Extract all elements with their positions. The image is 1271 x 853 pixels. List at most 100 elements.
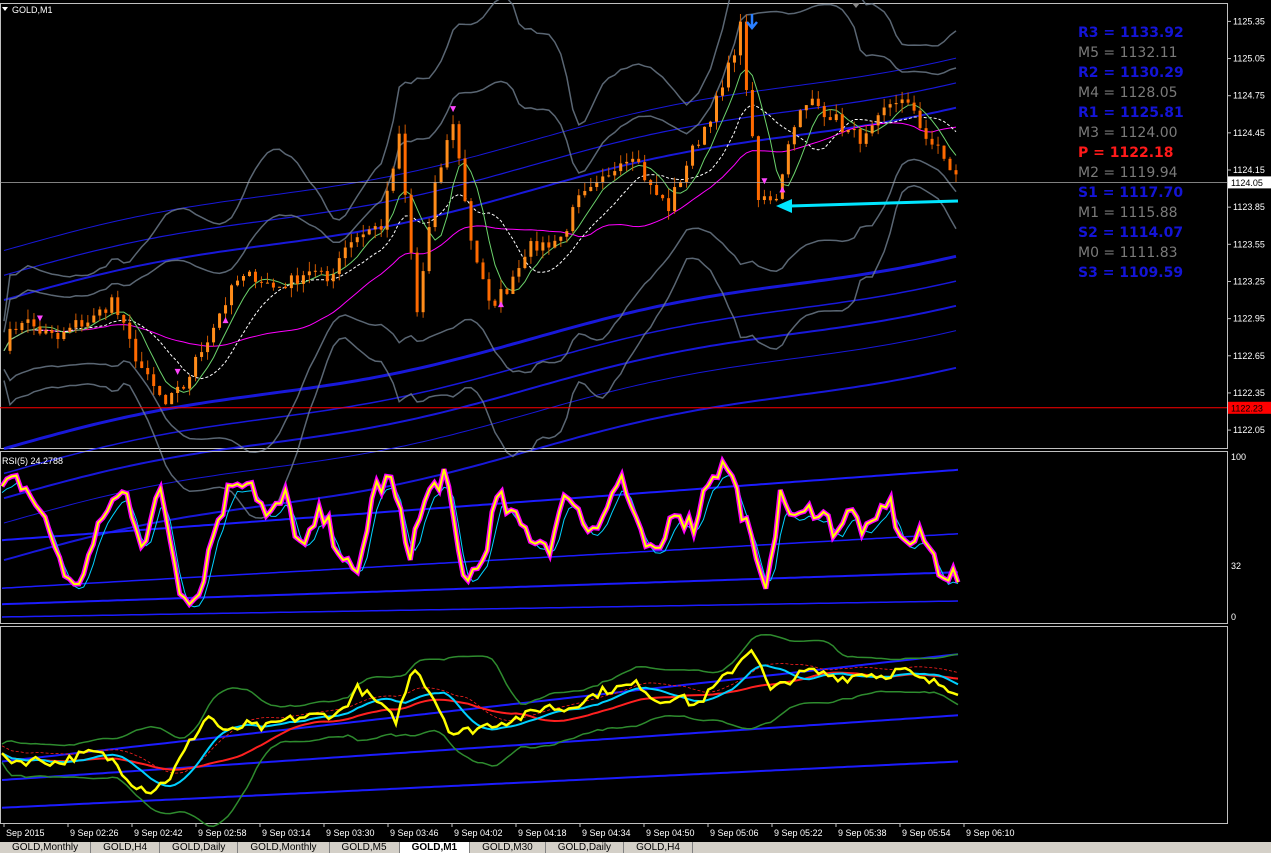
candle-body[interactable] — [619, 163, 623, 172]
candle-body[interactable] — [691, 145, 695, 166]
candle-body[interactable] — [92, 315, 96, 323]
candle-body[interactable] — [26, 319, 30, 323]
candle-body[interactable] — [918, 110, 922, 129]
candle-body[interactable] — [553, 240, 557, 248]
candle-body[interactable] — [218, 313, 222, 328]
candle-body[interactable] — [607, 175, 611, 177]
chart-tab[interactable]: GOLD,Daily — [160, 842, 239, 853]
candle-body[interactable] — [565, 231, 569, 237]
candle-body[interactable] — [679, 182, 683, 188]
candle-body[interactable] — [595, 182, 599, 187]
candle-body[interactable] — [427, 227, 431, 272]
candle-body[interactable] — [720, 87, 724, 96]
candle-body[interactable] — [529, 241, 533, 257]
candle-body[interactable] — [882, 107, 886, 116]
candle-body[interactable] — [116, 297, 120, 315]
candle-body[interactable] — [559, 236, 563, 241]
candle-body[interactable] — [864, 133, 868, 144]
candle-body[interactable] — [822, 106, 826, 118]
candle-body[interactable] — [439, 167, 443, 183]
candle-body[interactable] — [750, 90, 754, 137]
candle-body[interactable] — [307, 271, 311, 276]
candle-body[interactable] — [271, 282, 275, 288]
candle-body[interactable] — [122, 314, 126, 323]
candle-body[interactable] — [846, 130, 850, 133]
candle-body[interactable] — [888, 104, 892, 108]
candle-body[interactable] — [421, 271, 425, 313]
candle-body[interactable] — [295, 275, 299, 284]
chart-tab[interactable]: GOLD,Daily — [546, 842, 625, 853]
candle-body[interactable] — [505, 289, 509, 294]
candle-body[interactable] — [86, 322, 90, 327]
candle-body[interactable] — [457, 124, 461, 159]
candle-body[interactable] — [900, 99, 904, 104]
candle-body[interactable] — [259, 281, 263, 283]
candle-body[interactable] — [355, 237, 359, 243]
candle-body[interactable] — [361, 234, 365, 238]
candle-body[interactable] — [265, 282, 269, 284]
candle-body[interactable] — [667, 198, 671, 212]
candle-body[interactable] — [942, 145, 946, 159]
rsi-panel[interactable]: 100 32 0 — [0, 451, 1247, 624]
candle-body[interactable] — [110, 297, 114, 313]
chart-tab[interactable]: GOLD,M1 — [399, 842, 471, 853]
candle-body[interactable] — [625, 161, 629, 164]
chart-tab[interactable]: GOLD,Monthly — [0, 842, 92, 853]
candle-body[interactable] — [230, 285, 234, 306]
candle-body[interactable] — [828, 117, 832, 121]
candle-body[interactable] — [247, 271, 251, 276]
candle-body[interactable] — [212, 327, 216, 343]
candle-body[interactable] — [834, 114, 838, 121]
candle-body[interactable] — [44, 330, 48, 334]
candle-body[interactable] — [894, 103, 898, 105]
candle-body[interactable] — [283, 286, 287, 289]
candle-body[interactable] — [170, 393, 174, 405]
candle-body[interactable] — [146, 367, 150, 375]
candle-body[interactable] — [74, 320, 78, 328]
candle-body[interactable] — [762, 196, 766, 200]
candle-body[interactable] — [744, 21, 748, 91]
candle-body[interactable] — [906, 99, 910, 103]
candle-body[interactable] — [62, 331, 66, 340]
candle-body[interactable] — [738, 21, 742, 56]
candle-body[interactable] — [852, 129, 856, 131]
candle-body[interactable] — [930, 138, 934, 145]
candle-body[interactable] — [50, 330, 54, 334]
candle-body[interactable] — [571, 207, 575, 232]
candle-body[interactable] — [164, 394, 168, 405]
candle-body[interactable] — [325, 271, 329, 282]
candle-body[interactable] — [804, 105, 808, 111]
candle-body[interactable] — [206, 342, 210, 353]
candle-body[interactable] — [583, 191, 587, 196]
candle-body[interactable] — [786, 144, 790, 175]
candle-body[interactable] — [373, 226, 377, 230]
chart-tab[interactable]: GOLD,M5 — [330, 842, 400, 853]
candle-body[interactable] — [774, 198, 778, 201]
candle-body[interactable] — [541, 242, 545, 251]
candle-body[interactable] — [158, 386, 162, 395]
candle-body[interactable] — [128, 322, 132, 339]
candle-body[interactable] — [331, 274, 335, 282]
candle-body[interactable] — [493, 300, 497, 306]
candle-body[interactable] — [415, 252, 419, 313]
candle-body[interactable] — [409, 194, 413, 253]
candle-body[interactable] — [876, 115, 880, 126]
candle-body[interactable] — [547, 242, 551, 248]
chart-tab[interactable]: GOLD,Monthly — [238, 842, 330, 853]
candle-body[interactable] — [810, 98, 814, 106]
candle-body[interactable] — [936, 144, 940, 146]
candle-body[interactable] — [403, 133, 407, 195]
candle-body[interactable] — [726, 62, 730, 88]
candle-body[interactable] — [301, 275, 305, 284]
candle-body[interactable] — [349, 242, 353, 248]
candle-body[interactable] — [798, 110, 802, 128]
candle-body[interactable] — [858, 129, 862, 144]
candle-body[interactable] — [68, 327, 72, 332]
candle-body[interactable] — [451, 124, 455, 141]
candle-body[interactable] — [182, 386, 186, 389]
candle-body[interactable] — [912, 102, 916, 111]
oscillator-panel[interactable] — [0, 626, 1228, 828]
candle-body[interactable] — [14, 328, 18, 331]
candle-body[interactable] — [104, 309, 108, 313]
candle-body[interactable] — [756, 136, 760, 200]
